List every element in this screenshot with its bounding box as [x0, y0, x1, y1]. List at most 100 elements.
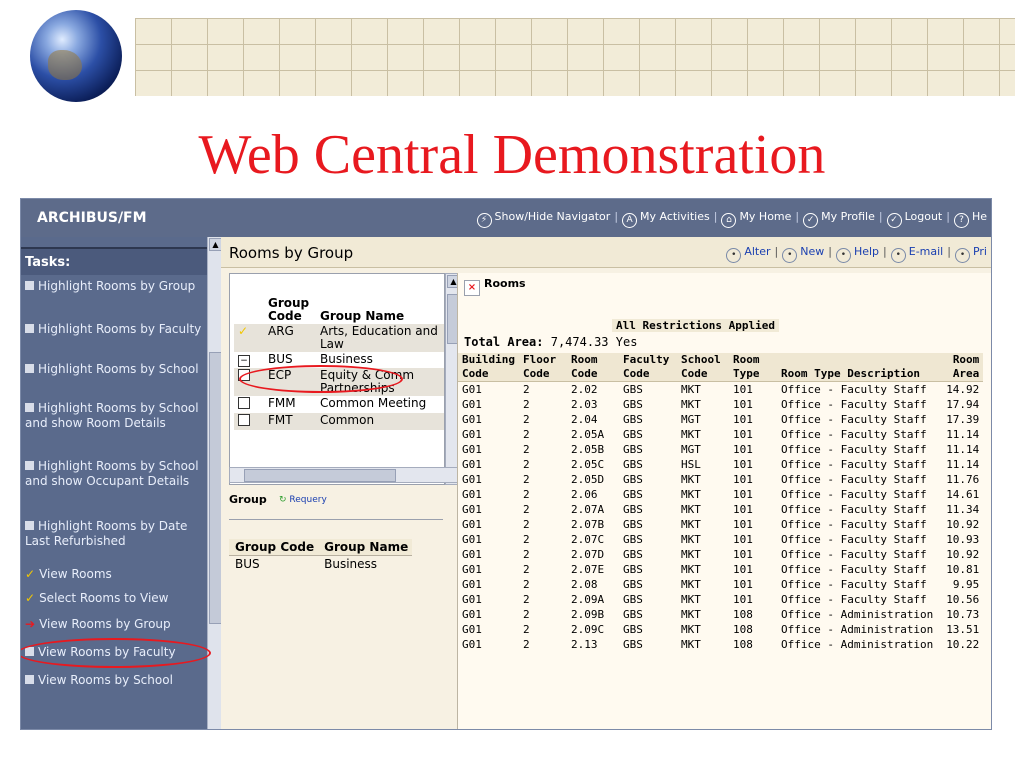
table-row[interactable]: ✓ ARG Arts, Education and Law — [234, 324, 444, 352]
checkbox[interactable] — [238, 414, 250, 426]
group-code: FMT — [264, 413, 316, 430]
table-cell: G01 — [462, 638, 482, 651]
table-cell: 2 — [522, 623, 530, 636]
task-item[interactable]: Highlight Rooms by School and show Occup… — [25, 459, 209, 489]
table-cell: 101 — [732, 398, 753, 411]
table-cell: 2 — [522, 563, 530, 576]
table-cell: MKT — [680, 398, 701, 411]
top-link-he[interactable]: ? He — [953, 210, 987, 228]
table-cell: 101 — [732, 518, 753, 531]
task-label: Highlight Rooms by Group — [38, 279, 196, 293]
globe-icon — [30, 10, 122, 102]
highlight-oval — [239, 365, 403, 393]
table-row[interactable]: G01 2 2.09C GBS MKT 108 Office - Administratio… — [458, 622, 983, 637]
home-icon: ⌂ — [721, 213, 737, 228]
scroll-thumb[interactable] — [244, 469, 396, 482]
table-cell: MKT — [680, 488, 701, 501]
col-header[interactable]: Room Type Description — [776, 353, 938, 382]
task-item[interactable]: ➔ View Rooms by Group — [25, 617, 209, 632]
col-header[interactable]: School Code — [676, 353, 729, 382]
table-row[interactable]: FMM Common Meeting — [234, 396, 444, 413]
col-header[interactable]: Floor Code — [518, 353, 567, 382]
table-row[interactable]: G01 2 2.07C GBS MKT 101 Office - Faculty Staff… — [458, 532, 983, 547]
table-cell: 11.76 — [946, 473, 980, 486]
table-row[interactable]: G01 2 2.07A GBS MKT 101 Office - Faculty Staff… — [458, 502, 983, 517]
group-list-hscroll[interactable] — [229, 467, 459, 483]
col-header[interactable]: Building Code — [458, 353, 519, 382]
table-row[interactable]: G01 2 2.03 GBS MKT 101 Office - Faculty Staff 1… — [458, 397, 983, 412]
table-cell: GBS — [622, 413, 643, 426]
task-item[interactable]: Highlight Rooms by Faculty — [25, 322, 209, 337]
table-row[interactable]: G01 2 2.07E GBS MKT 101 Office - Faculty Staff… — [458, 562, 983, 577]
group-name: Common Meeting — [320, 396, 427, 410]
table-row[interactable]: G01 2 2.05B GBS MGT 101 Office - Faculty Staff… — [458, 442, 983, 457]
top-link-logout[interactable]: ✓ Logout — [886, 210, 942, 228]
table-row[interactable]: G01 2 2.02 GBS MKT 101 Office - Faculty Staff 1… — [458, 382, 983, 398]
table-cell: Office - Administration — [780, 623, 934, 636]
table-row[interactable]: G01 2 2.04 GBS MGT 101 Office - Faculty Staff 1… — [458, 412, 983, 427]
table-cell: 9.95 — [952, 578, 980, 591]
minus-checkbox-icon[interactable]: − — [238, 355, 250, 367]
close-icon[interactable]: × — [464, 280, 480, 296]
task-item[interactable]: ✓ Select Rooms to View — [25, 591, 209, 606]
link-help[interactable]: • Help — [835, 245, 879, 263]
col-header[interactable]: Room Area — [937, 353, 984, 382]
archibus-logo: ARCHIBUS/FM — [37, 210, 147, 226]
table-cell: G01 — [462, 623, 482, 636]
table-row[interactable]: G01 2 2.06 GBS MKT 101 Office - Faculty Staff 1… — [458, 487, 983, 502]
table-cell: Office - Faculty Staff — [780, 413, 927, 426]
task-item[interactable]: ✓ View Rooms — [25, 567, 209, 582]
link-pri[interactable]: • Pri — [954, 245, 987, 263]
col-header[interactable]: Room Type — [728, 353, 777, 382]
selected-group-code: BUS — [235, 557, 260, 571]
table-cell: Office - Faculty Staff — [780, 443, 927, 456]
link-alter[interactable]: • Alter — [726, 245, 771, 263]
col-header[interactable]: Room Code — [566, 353, 619, 382]
task-item[interactable]: View Rooms by School — [25, 673, 209, 688]
table-row[interactable]: G01 2 2.07D GBS MKT 101 Office - Faculty Staff… — [458, 547, 983, 562]
table-cell: 10.93 — [946, 533, 980, 546]
table-cell: 17.94 — [946, 398, 980, 411]
table-cell: 11.34 — [946, 503, 980, 516]
table-cell: 2.13 — [570, 638, 598, 651]
link-e-mail[interactable]: • E-mail — [890, 245, 943, 263]
top-link-show-hide-navigator[interactable]: ⚡ Show/Hide Navigator — [476, 210, 610, 228]
link-new[interactable]: • New — [782, 245, 824, 263]
table-row[interactable]: G01 2 2.09A GBS MKT 101 Office - Faculty Staff… — [458, 592, 983, 607]
task-icon — [25, 281, 34, 290]
table-row[interactable]: G01 2 2.07B GBS MKT 101 Office - Faculty Staff… — [458, 517, 983, 532]
top-link-my-activities[interactable]: A My Activities — [622, 210, 710, 228]
table-cell: 2.05B — [570, 443, 605, 456]
table-row[interactable]: G01 2 2.05D GBS MKT 101 Office - Faculty Staff… — [458, 472, 983, 487]
col-header[interactable]: Faculty Code — [618, 353, 677, 382]
map-strip — [135, 18, 1015, 96]
table-row[interactable]: G01 2 2.05A GBS MKT 101 Office - Faculty Staff… — [458, 427, 983, 442]
task-item[interactable]: Highlight Rooms by Date Last Refurbished — [25, 519, 209, 549]
table-cell: G01 — [462, 428, 482, 441]
table-row[interactable]: G01 2 2.05C GBS HSL 101 Office - Faculty Staff… — [458, 457, 983, 472]
table-cell: 10.56 — [946, 593, 980, 606]
table-cell: 2.07A — [570, 503, 605, 516]
table-cell: 101 — [732, 503, 753, 516]
task-item[interactable]: Highlight Rooms by School and show Room … — [25, 401, 209, 431]
table-cell: 10.22 — [946, 638, 980, 651]
top-link-my-home[interactable]: ⌂ My Home — [721, 210, 791, 228]
table-cell: 2.07D — [570, 548, 605, 561]
navigator-icon: ⚡ — [476, 213, 492, 228]
task-item[interactable]: Highlight Rooms by School — [25, 362, 209, 377]
top-link-my-profile[interactable]: ✓ My Profile — [803, 210, 875, 228]
help-icon: ? — [953, 213, 969, 228]
alter-icon: • — [726, 248, 742, 263]
arrow-right-icon: ➔ — [25, 617, 36, 631]
top-bar: ARCHIBUS/FM ⚡ Show/Hide Navigator | A My Act… — [21, 199, 991, 237]
table-row[interactable]: G01 2 2.08 GBS MKT 101 Office - Faculty Staff 9… — [458, 577, 983, 592]
requery-link[interactable]: ↻ Requery — [279, 495, 327, 505]
table-row[interactable]: FMT Common — [234, 413, 444, 430]
task-item[interactable]: Highlight Rooms by Group — [25, 279, 209, 294]
col-group-code: Group Code — [268, 296, 310, 323]
table-cell: GBS — [622, 398, 643, 411]
table-row[interactable]: G01 2 2.09B GBS MKT 108 Office - Administratio… — [458, 607, 983, 622]
table-row[interactable]: G01 2 2.13 GBS MKT 108 Office - Administration… — [458, 637, 983, 652]
checkbox[interactable] — [238, 397, 250, 409]
table-cell: Office - Faculty Staff — [780, 533, 927, 546]
